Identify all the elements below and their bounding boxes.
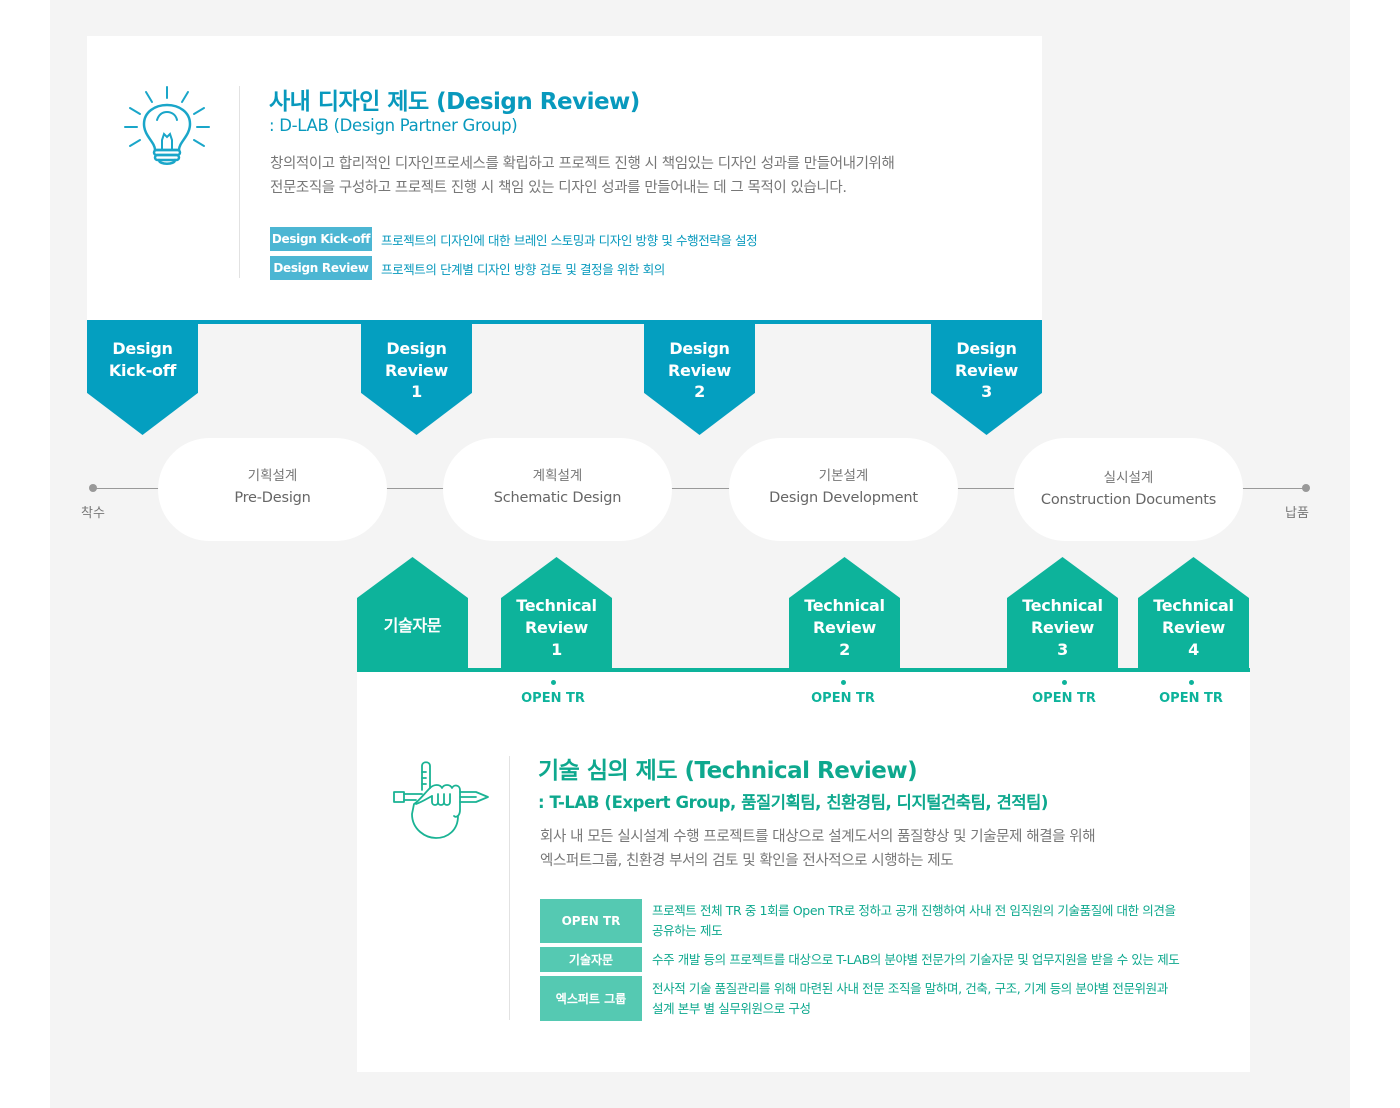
technical-review-description: 회사 내 모든 실시설계 수행 프로젝트를 대상으로 설계도서의 품질향상 및 …: [540, 825, 1096, 873]
definition-design-review: Design Review 프로젝트의 단계별 디자인 방향 검토 및 결정을 …: [270, 256, 665, 280]
marker-line: Technical: [804, 596, 885, 615]
marker-line: 1: [551, 640, 562, 659]
design-review-title: 사내 디자인 제도 (Design Review): [269, 89, 640, 115]
description-line: 전사적 기술 품질관리를 위해 마련된 사내 전문 조직을 말하며, 건축, 구…: [652, 980, 1168, 996]
marker-line: 3: [981, 382, 992, 401]
phase-pre-design: 기획설계 Pre-Design: [158, 438, 387, 541]
open-tr-label: OPEN TR: [793, 680, 893, 706]
open-tr-text: OPEN TR: [1032, 691, 1096, 706]
dot-icon: [550, 680, 556, 685]
phase-korean: 기획설계: [247, 468, 298, 484]
term-description: 전사적 기술 품질관리를 위해 마련된 사내 전문 조직을 말하며, 건축, 구…: [652, 979, 1168, 1019]
marker-line: Design: [112, 339, 173, 358]
marker-line: Review: [385, 360, 448, 380]
marker-line: Review: [813, 618, 876, 637]
term-badge: 기술자문: [540, 947, 642, 972]
marker-line: 기술자문: [383, 616, 442, 635]
marker-line: 2: [839, 640, 850, 659]
marker-line: Design: [669, 339, 730, 358]
open-tr-label: OPEN TR: [1141, 680, 1241, 706]
divider: [509, 756, 510, 1020]
term-description: 프로젝트 전체 TR 중 1회를 Open TR로 정하고 공개 진행하여 사내…: [652, 901, 1176, 941]
description-line: 프로젝트 전체 TR 중 1회를 Open TR로 정하고 공개 진행하여 사내…: [652, 903, 1176, 918]
marker-line: Review: [1162, 618, 1225, 637]
technical-review-subtitle: : T-LAB (Expert Group, 품질기획팀, 친환경팀, 디지털건…: [538, 793, 1049, 812]
marker-line: Technical: [1153, 596, 1234, 615]
open-tr-label: OPEN TR: [503, 680, 603, 706]
divider: [239, 86, 240, 278]
definition-expert-group: 엑스퍼트 그룹 전사적 기술 품질관리를 위해 마련된 사내 전문 조직을 말하…: [540, 976, 1168, 1021]
marker-line: 1: [411, 382, 422, 401]
description-line: 공유하는 제도: [652, 923, 723, 938]
marker-line: Technical: [1022, 596, 1103, 615]
description-line: 창의적이고 합리적인 디자인프로세스를 확립하고 프로젝트 진행 시 책임있는 …: [270, 156, 895, 172]
timeline-start-dot: [89, 484, 97, 492]
term-badge: Design Review: [270, 256, 372, 280]
open-tr-text: OPEN TR: [521, 691, 585, 706]
marker-line: Design: [386, 339, 447, 358]
marker-line: Design: [956, 339, 1017, 358]
phase-construction-documents: 실시설계 Construction Documents: [1014, 438, 1243, 541]
term-badge: OPEN TR: [540, 899, 642, 943]
timeline-start-label: 착수: [81, 506, 105, 521]
open-tr-text: OPEN TR: [1159, 691, 1223, 706]
marker-line: 4: [1188, 640, 1199, 659]
open-tr-label: OPEN TR: [1014, 680, 1114, 706]
hand-pencil-icon: [393, 761, 489, 839]
marker-line: Review: [955, 360, 1018, 380]
marker-line: Review: [1031, 618, 1094, 637]
phase-design-development: 기본설계 Design Development: [729, 438, 958, 541]
design-review-subtitle: : D-LAB (Design Partner Group): [269, 116, 518, 135]
marker-line: Review: [668, 360, 731, 380]
dot-icon: [1188, 680, 1194, 685]
term-description: 수주 개발 등의 프로젝트를 대상으로 T-LAB의 분야별 전문가의 기술자문…: [652, 950, 1180, 970]
dot-icon: [840, 680, 846, 685]
term-description: 프로젝트의 디자인에 대한 브레인 스토밍과 디자인 방향 및 수행전략을 설정: [381, 232, 758, 248]
timeline-end-dot: [1302, 484, 1310, 492]
description-line: 전문조직을 구성하고 프로젝트 진행 시 책임 있는 디자인 성과를 만들어내는…: [270, 180, 847, 196]
description-line: 엑스퍼트그룹, 친환경 부서의 검토 및 확인을 전사적으로 시행하는 제도: [540, 853, 954, 869]
technical-review-title: 기술 심의 제도 (Technical Review): [538, 758, 918, 784]
definition-technical-advisory: 기술자문 수주 개발 등의 프로젝트를 대상으로 T-LAB의 분야별 전문가의…: [540, 947, 1180, 972]
marker-line: Technical: [516, 596, 597, 615]
phase-english: Schematic Design: [493, 490, 622, 506]
definition-open-tr: OPEN TR 프로젝트 전체 TR 중 1회를 Open TR로 정하고 공개…: [540, 899, 1176, 943]
dot-icon: [1061, 680, 1067, 685]
phase-english: Pre-Design: [234, 490, 311, 506]
definition-design-kickoff: Design Kick-off 프로젝트의 디자인에 대한 브레인 스토밍과 디…: [270, 227, 758, 251]
phase-korean: 계획설계: [532, 468, 583, 484]
lightbulb-icon: [124, 86, 210, 165]
marker-line: 3: [1057, 640, 1068, 659]
phase-korean: 기본설계: [818, 468, 869, 484]
description-line: 회사 내 모든 실시설계 수행 프로젝트를 대상으로 설계도서의 품질향상 및 …: [540, 829, 1096, 845]
design-review-description: 창의적이고 합리적인 디자인프로세스를 확립하고 프로젝트 진행 시 책임있는 …: [270, 152, 895, 200]
marker-line: Review: [525, 618, 588, 637]
description-line: 설계 본부 별 실무위원으로 구성: [652, 1000, 811, 1016]
phase-schematic-design: 계획설계 Schematic Design: [443, 438, 672, 541]
timeline-end-label: 납품: [1285, 506, 1309, 521]
marker-line: 2: [694, 382, 705, 401]
term-badge: 엑스퍼트 그룹: [540, 976, 642, 1021]
marker-line: Kick-off: [108, 360, 177, 380]
term-badge: Design Kick-off: [270, 227, 372, 251]
term-description: 프로젝트의 단계별 디자인 방향 검토 및 결정을 위한 회의: [381, 261, 665, 277]
description-line: 수주 개발 등의 프로젝트를 대상으로 T-LAB의 분야별 전문가의 기술자문…: [652, 951, 1180, 967]
phase-english: Design Development: [769, 490, 918, 506]
phase-english: Construction Documents: [1040, 492, 1217, 508]
open-tr-text: OPEN TR: [811, 691, 875, 706]
phase-korean: 실시설계: [1103, 470, 1154, 486]
